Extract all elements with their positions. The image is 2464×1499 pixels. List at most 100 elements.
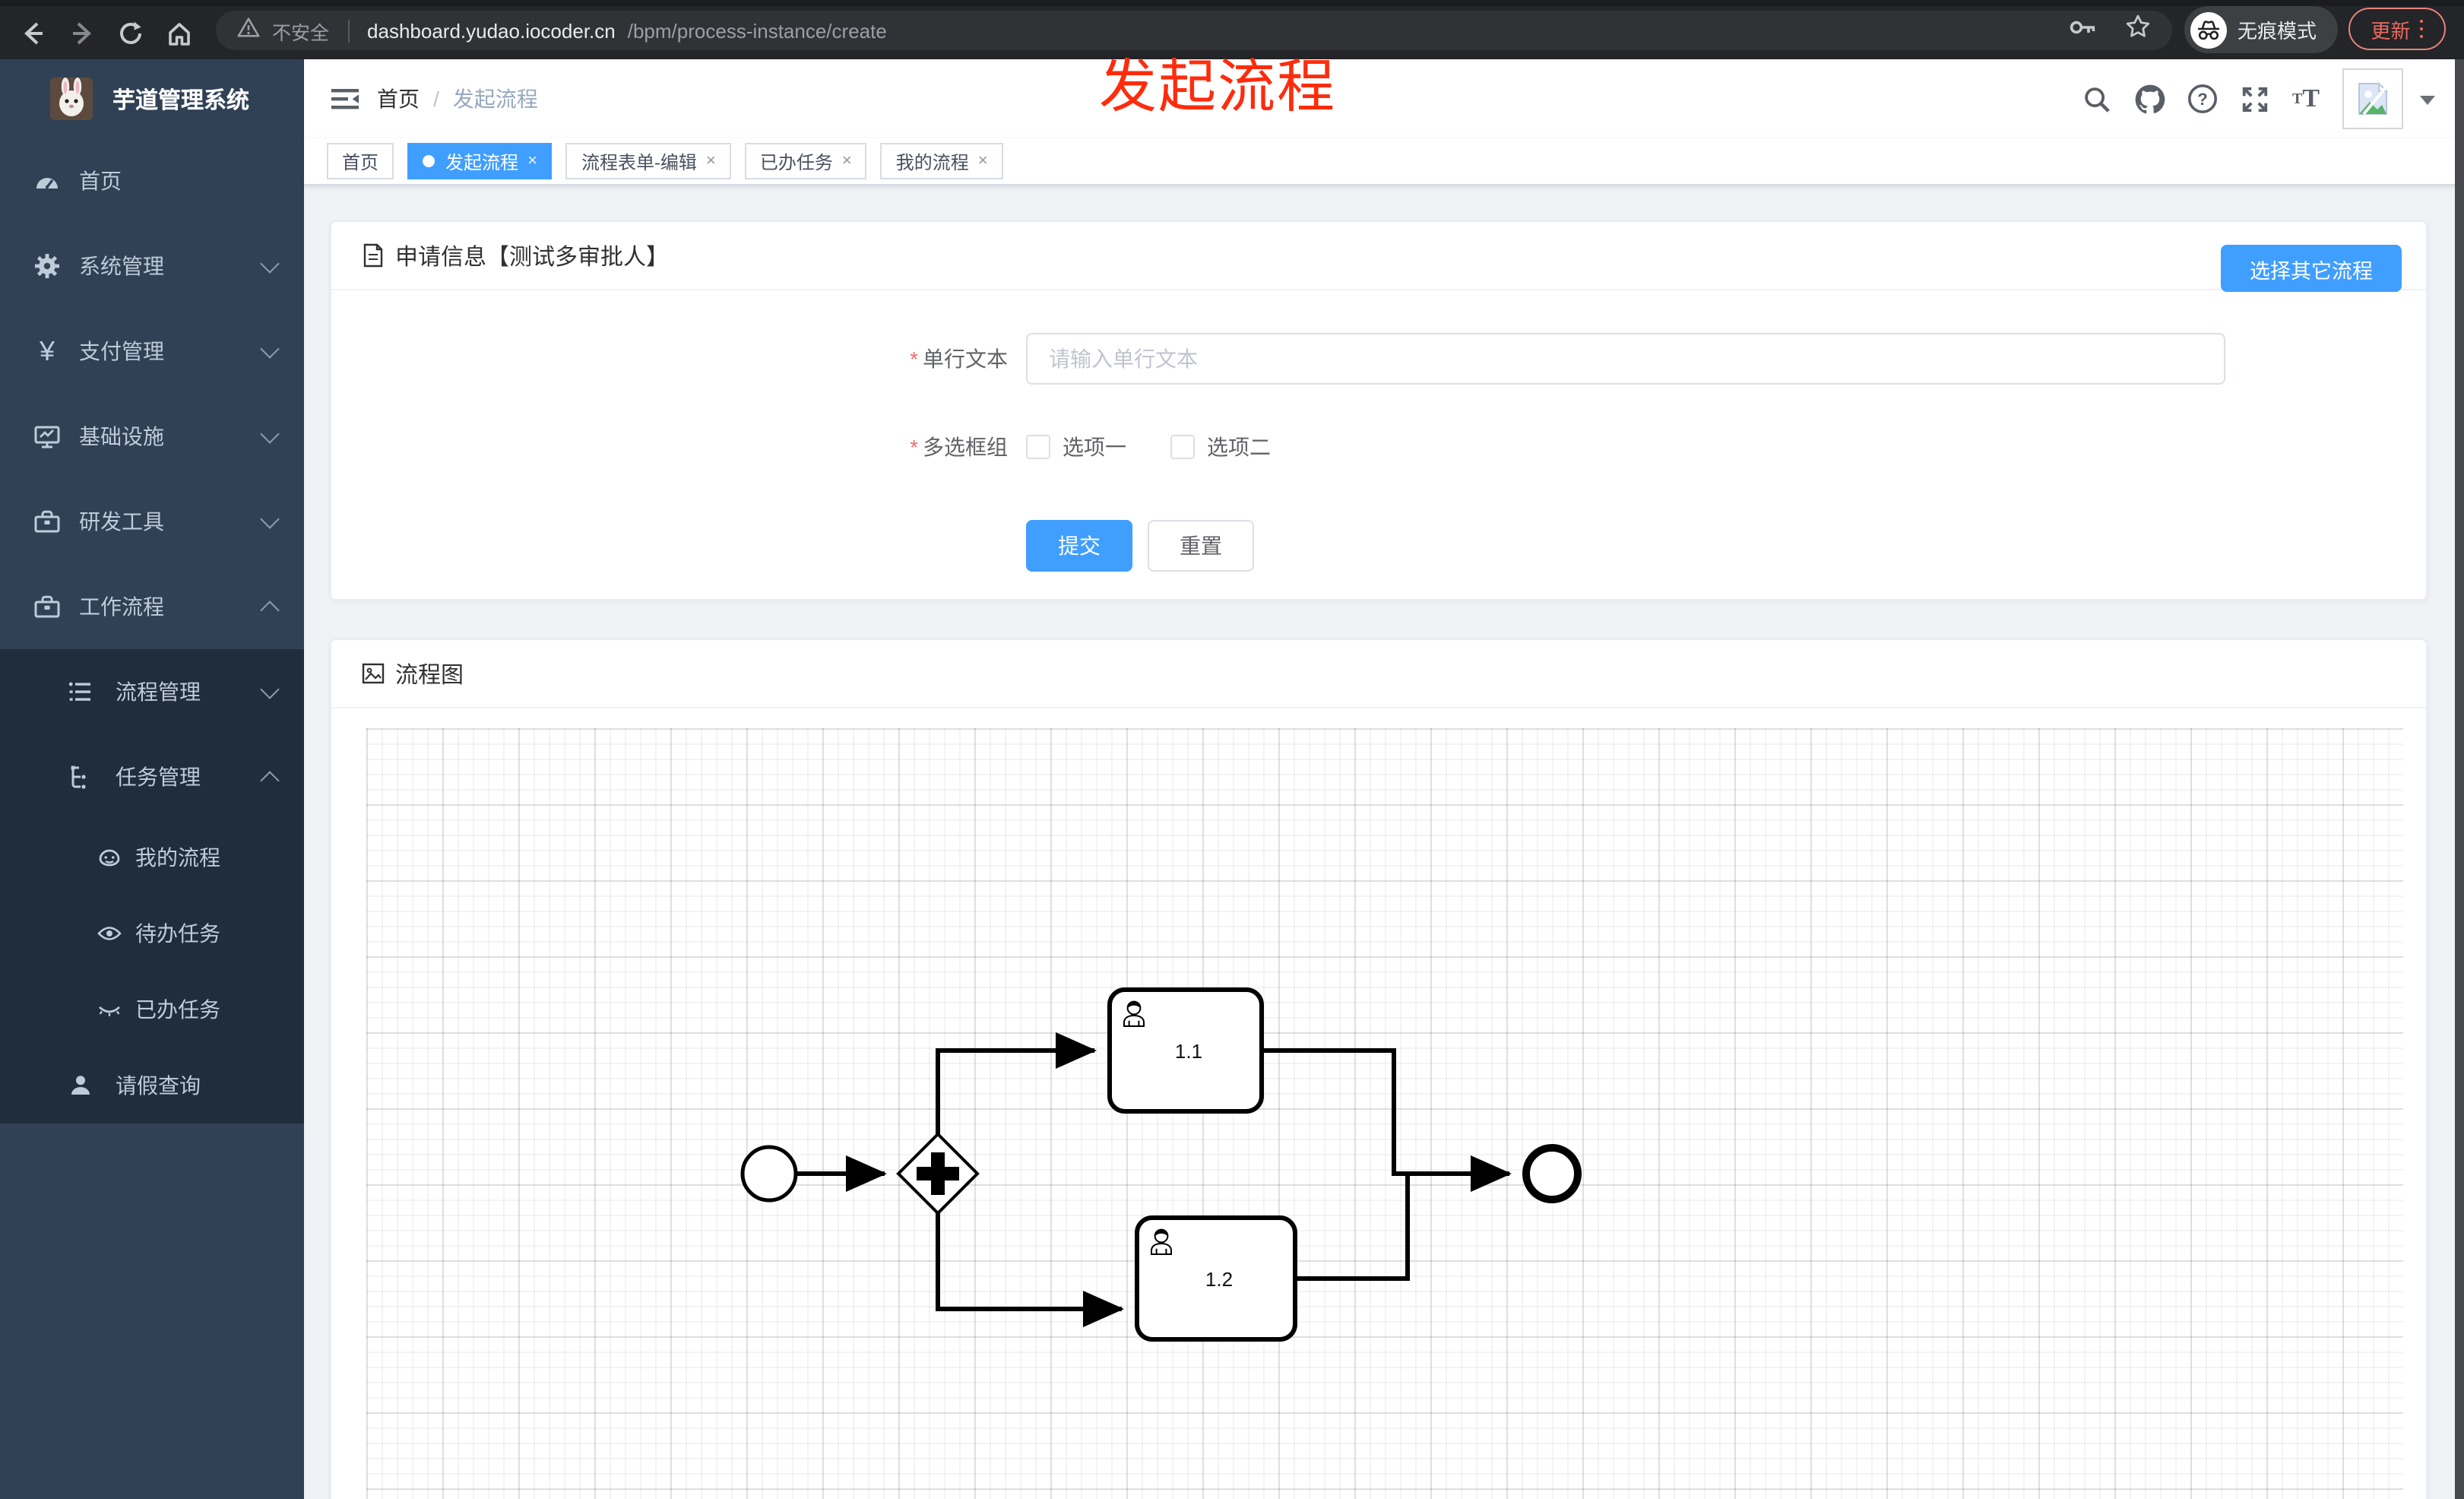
broken-image-icon [2358,81,2389,116]
url-host[interactable]: dashboard.yudao.iocoder.cn [367,19,616,42]
chevron-up-icon [260,770,280,790]
tab-label: 发起流程 [445,151,519,173]
sidebar-item-label: 基础设施 [79,424,164,448]
security-label[interactable]: 不安全 [272,16,329,45]
sidebar-item-label: 待办任务 [135,921,220,946]
face-icon [97,845,122,870]
help-icon[interactable]: ? [2187,59,2218,138]
bpmn-parallel-gateway[interactable] [896,1132,980,1215]
checkbox-option-1[interactable]: 选项一 [1026,432,1126,462]
update-button[interactable]: 更新 [2348,8,2446,50]
close-icon[interactable]: × [706,152,716,170]
update-label: 更新 [2371,19,2411,42]
diagram-header: 流程图 [331,640,2426,708]
select-other-process-button[interactable]: 选择其它流程 [2221,245,2402,292]
checkbox-option-2[interactable]: 选项二 [1170,432,1271,462]
avatar[interactable] [2342,68,2403,129]
incognito-label: 无痕模式 [2238,20,2317,43]
bookmark-star-icon[interactable] [2125,14,2151,47]
key-icon[interactable] [2069,16,2098,45]
tab-label: 已办任务 [759,151,833,173]
close-icon[interactable]: × [527,152,537,170]
tab-process-form-edit[interactable]: 流程表单-编辑 × [565,143,731,179]
document-icon [363,243,383,268]
checkbox-label: 选项一 [1063,435,1126,459]
dashboard-icon [33,167,61,195]
bpmn-diagram: 1.1 1.2 [740,987,1582,1342]
incognito-badge: 无痕模式 [2184,6,2338,53]
sidebar-item-label: 系统管理 [79,254,164,278]
sidebar-item-leave-query[interactable]: 请假查询 [0,1047,304,1123]
search-icon[interactable] [2082,59,2111,138]
single-line-text-input[interactable] [1026,333,2225,385]
fullscreen-icon[interactable] [2241,59,2269,138]
sidebar-item-process-management[interactable]: 流程管理 [0,649,304,734]
security-warning-icon [237,16,260,45]
sidebar-item-workflow[interactable]: 工作流程 [0,564,304,649]
tab-start-process[interactable]: 发起流程 × [407,143,553,179]
form-row-checkbox: * 多选框组 选项一 选项二 [331,421,2426,473]
avatar-dropdown-caret[interactable] [2420,96,2435,105]
browser-scrollbar[interactable] [2455,59,2464,1499]
home-button[interactable] [155,8,204,57]
sidebar-item-system[interactable]: 系统管理 [0,223,304,309]
toolbox-icon [33,593,61,620]
github-icon[interactable] [2134,59,2166,138]
url-path[interactable]: /bpm/process-instance/create [628,19,887,42]
tab-label: 首页 [342,151,379,173]
bpmn-user-task-1[interactable]: 1.1 [1107,987,1264,1114]
sidebar-item-my-process[interactable]: 我的流程 [0,819,304,895]
back-button[interactable] [9,8,58,57]
tab-done-tasks[interactable]: 已办任务 × [744,143,867,179]
sidebar-item-task-management[interactable]: 任务管理 [0,734,304,819]
monitor-icon [33,423,61,450]
sidebar-logo-bar[interactable]: 芋道管理系统 [0,59,304,138]
sidebar-item-label: 研发工具 [79,509,164,534]
gear-icon [33,252,61,280]
breadcrumb-home[interactable]: 首页 [377,84,420,114]
font-size-icon[interactable]: TT [2292,59,2320,138]
process-diagram-card: 流程图 1.1 1.2 [330,639,2428,1499]
reset-button[interactable]: 重置 [1148,520,1254,572]
toolbox-icon [33,508,61,535]
eye-open-icon [97,921,122,946]
sidebar-item-done-tasks[interactable]: 已办任务 [0,971,304,1047]
sidebar-toggle-icon[interactable] [330,84,360,114]
sidebar-item-label: 任务管理 [116,765,201,789]
sidebar-item-infra[interactable]: 基础设施 [0,394,304,479]
sidebar-item-devtools[interactable]: 研发工具 [0,479,304,564]
reload-button[interactable] [106,8,155,57]
sidebar-item-home[interactable]: 首页 [0,138,304,223]
incognito-icon [2190,11,2227,48]
checkbox-icon[interactable] [1026,435,1050,459]
bpmn-start-event[interactable] [740,1145,798,1203]
flow-task2-to-merge [1295,1175,1410,1281]
sidebar-item-payment[interactable]: ¥ 支付管理 [0,309,304,394]
chevron-down-icon [260,253,280,273]
app-logo [50,78,93,120]
task-label: 1.1 [1175,1040,1202,1063]
close-icon[interactable]: × [842,152,852,170]
required-asterisk: * [910,435,918,459]
screen: 不安全 dashboard.yudao.iocoder.cn/bpm/proce… [0,0,2464,1499]
breadcrumb: 首页 / 发起流程 [377,59,538,138]
bpmn-user-task-2[interactable]: 1.2 [1135,1215,1297,1342]
browser-nav-buttons [9,6,204,59]
picture-icon [362,663,385,684]
checkbox-icon[interactable] [1170,435,1195,459]
browser-menu-icon[interactable] [2419,19,2424,39]
bpmn-canvas[interactable]: 1.1 1.2 [366,728,2403,1499]
sidebar-item-todo-tasks[interactable]: 待办任务 [0,895,304,971]
page-content: 申请信息【测试多审批人】 选择其它流程 *单行文本 *多选框组 选项一 [304,184,2464,1499]
close-icon[interactable]: × [978,152,988,170]
sidebar-item-label: 工作流程 [79,594,164,619]
forward-button[interactable] [58,8,106,57]
tab-home[interactable]: 首页 [327,143,394,179]
submit-button[interactable]: 提交 [1026,520,1132,572]
user-icon [67,1072,94,1099]
tab-label: 我的流程 [895,151,969,173]
app-header: 首页 / 发起流程 ? TT [304,59,2464,138]
svg-text:?: ? [2197,90,2207,109]
tab-my-process[interactable]: 我的流程 × [880,143,1003,179]
bpmn-end-event[interactable] [1522,1144,1582,1203]
